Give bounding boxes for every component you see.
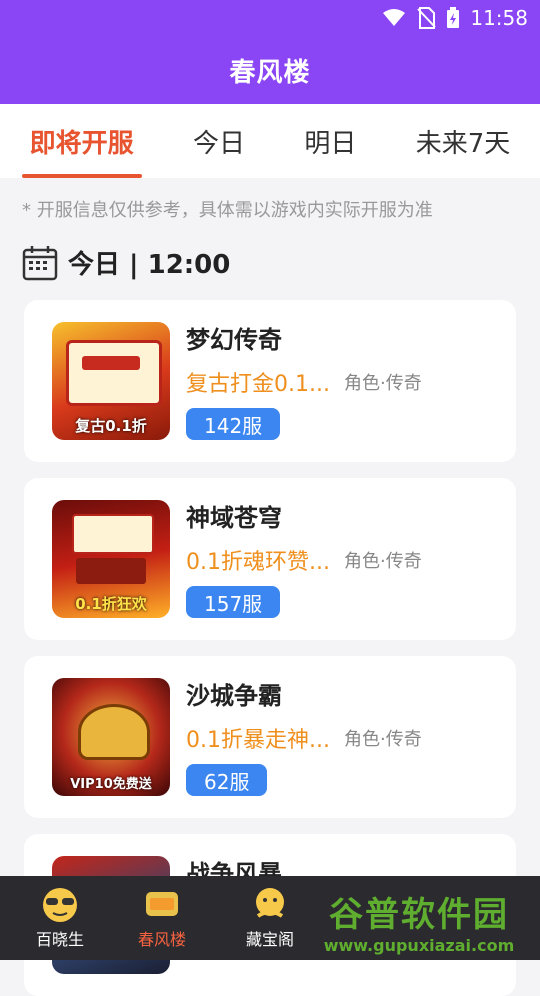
app-bar: 春风楼 [0,36,540,104]
server-badge: 157服 [186,586,281,618]
calendar-icon [22,245,58,280]
treasure-icon [256,888,284,918]
tab-label: 未来7天 [415,128,511,159]
tab-next-7-days[interactable]: 未来7天 [408,104,519,178]
tab-tomorrow[interactable]: 明日 [296,104,364,178]
nav-label: 百晓生 [35,930,84,949]
status-time: 11:58 [470,6,528,30]
game-card[interactable]: VIP10免费送 沙城争霸 0.1折暴走神... 角色·传奇 62服 [24,656,516,818]
game-thumbnail: VIP10免费送 [52,678,170,796]
new-server-icon [146,892,178,916]
thumbnail-caption: VIP10免费送 [70,777,152,792]
game-name: 神域苍穹 [186,504,282,532]
game-description: 0.1折暴走神... [186,728,330,753]
watermark-url: www.gupuxiazai.com [323,936,515,955]
tab-upcoming[interactable]: 即将开服 [21,104,142,178]
game-tags: 角色·传奇 [344,729,422,750]
tab-bar: 即将开服 今日 明日 未来7天 [0,104,540,178]
game-tags: 角色·传奇 [344,373,422,394]
watermark-title: 谷普软件园 [329,895,509,935]
status-bar: 11:58 [0,0,540,36]
section-time: 今日 | 12:00 [68,250,231,280]
wifi-icon [383,9,406,26]
nav-label: 藏宝阁 [245,930,294,949]
notice-text: * 开服信息仅供参考，具体需以游戏内实际开服为准 [22,200,433,221]
game-description: 0.1折魂环赞... [186,550,330,575]
thumbnail-caption: 0.1折狂欢 [75,595,147,613]
game-description: 复古打金0.1... [186,372,330,397]
no-sim-icon [417,7,437,29]
tab-label: 即将开服 [29,128,134,159]
face-icon [43,888,77,922]
server-badge: 142服 [186,408,281,440]
tab-today[interactable]: 今日 [185,104,253,178]
game-thumbnail: 复古0.1折 [52,322,170,440]
battery-icon [447,7,460,28]
game-tags: 角色·传奇 [344,551,422,572]
game-card[interactable]: 0.1折狂欢 神域苍穹 0.1折魂环赞... 角色·传奇 157服 [24,478,516,640]
section-header: 今日 | 12:00 [22,244,230,281]
tab-indicator [21,174,142,178]
watermark: 谷普软件园 www.gupuxiazai.com [298,882,540,960]
game-name: 梦幻传奇 [186,326,282,354]
tab-label: 今日 [193,128,246,159]
thumbnail-caption: 复古0.1折 [75,417,147,435]
game-card[interactable]: 复古0.1折 梦幻传奇 复古打金0.1... 角色·传奇 142服 [24,300,516,462]
nav-item-chunfenglou[interactable]: 春风楼 [102,876,222,960]
game-thumbnail: 0.1折狂欢 [52,500,170,618]
status-icons: 11:58 [382,6,528,30]
game-name: 沙城争霸 [186,682,282,710]
nav-label: 春风楼 [137,930,186,949]
server-badge: 62服 [186,764,268,796]
tab-label: 明日 [304,128,357,159]
page-title: 春风楼 [229,57,311,88]
